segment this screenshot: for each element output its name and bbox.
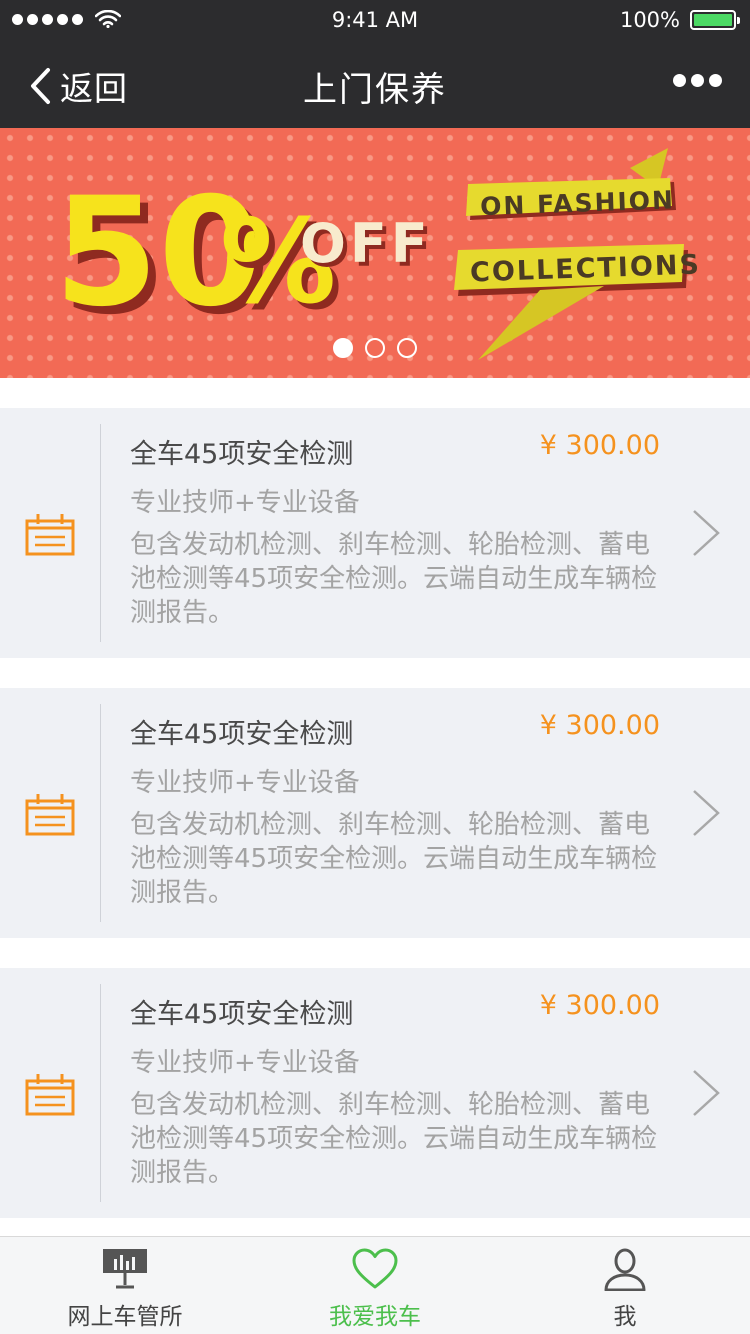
calendar-icon	[25, 794, 75, 836]
service-card[interactable]: 全车45项安全检测 ¥ 300.00 专业技师+专业设备 包含发动机检测、刹车检…	[0, 408, 750, 658]
battery-status: 100%	[619, 8, 740, 32]
service-subtitle: 专业技师+专业设备	[130, 1048, 360, 1078]
service-price: ¥ 300.00	[539, 990, 660, 1021]
card-divider	[100, 984, 101, 1202]
more-dot	[673, 74, 686, 87]
card-divider	[100, 704, 101, 922]
more-dot	[709, 74, 722, 87]
card-divider	[100, 424, 101, 642]
status-bar: 9:41 AM 100%	[0, 0, 750, 40]
heart-icon	[352, 1248, 398, 1289]
battery-icon	[690, 10, 740, 30]
more-button[interactable]	[668, 74, 722, 87]
tab-label: 我	[613, 1304, 637, 1330]
service-card[interactable]: 全车45项安全检测 ¥ 300.00 专业技师+专业设备 包含发动机检测、刹车检…	[0, 968, 750, 1218]
service-price: ¥ 300.00	[539, 710, 660, 741]
tab-online-vehicle-office[interactable]: 网上车管所	[0, 1237, 250, 1334]
service-subtitle: 专业技师+专业设备	[130, 768, 360, 798]
chart-board-icon	[103, 1249, 147, 1289]
battery-percent: 100%	[619, 8, 680, 32]
service-price: ¥ 300.00	[539, 430, 660, 461]
battery-level	[694, 14, 732, 26]
ribbon-line-1: ON FASHION	[480, 185, 676, 221]
promo-banner[interactable]: 50 50 % % OFF OFF ON FASHION COLLECTIONS	[0, 128, 750, 378]
user-icon	[604, 1248, 646, 1291]
tab-bar: 网上车管所 我爱我车 我	[0, 1236, 750, 1334]
service-description: 包含发动机检测、刹车检测、轮胎检测、蓄电池检测等45项安全检测。云端自动生成车辆…	[130, 530, 658, 628]
calendar-icon	[25, 514, 75, 556]
tab-label: 我爱我车	[329, 1304, 421, 1330]
service-description: 包含发动机检测、刹车检测、轮胎检测、蓄电池检测等45项安全检测。云端自动生成车辆…	[130, 810, 658, 908]
carousel-dot-2[interactable]	[365, 338, 385, 358]
chevron-right-icon	[693, 1070, 720, 1116]
carousel-dot-3[interactable]	[397, 338, 417, 358]
app-screen: 9:41 AM 100% 返回 上门保养 50 50 % % OFF OFF O…	[0, 0, 750, 1334]
service-title: 全车45项安全检测	[130, 439, 354, 470]
tab-label: 网上车管所	[67, 1304, 183, 1330]
chevron-right-icon	[693, 790, 720, 836]
tab-my-car[interactable]: 我爱我车	[250, 1237, 500, 1334]
carousel-indicator	[0, 338, 750, 358]
service-card[interactable]: 全车45项安全检测 ¥ 300.00 专业技师+专业设备 包含发动机检测、刹车检…	[0, 688, 750, 938]
navigation-bar: 返回 上门保养	[0, 40, 750, 128]
page-title: 上门保养	[303, 70, 447, 110]
more-dot	[691, 74, 704, 87]
tab-me[interactable]: 我	[500, 1237, 750, 1334]
service-subtitle: 专业技师+专业设备	[130, 488, 360, 518]
carousel-dot-1[interactable]	[333, 338, 353, 358]
service-title: 全车45项安全检测	[130, 999, 354, 1030]
chevron-right-icon	[693, 510, 720, 556]
service-title: 全车45项安全检测	[130, 719, 354, 750]
service-description: 包含发动机检测、刹车检测、轮胎检测、蓄电池检测等45项安全检测。云端自动生成车辆…	[130, 1090, 658, 1188]
calendar-icon	[25, 1074, 75, 1116]
banner-off: OFF	[300, 212, 432, 275]
